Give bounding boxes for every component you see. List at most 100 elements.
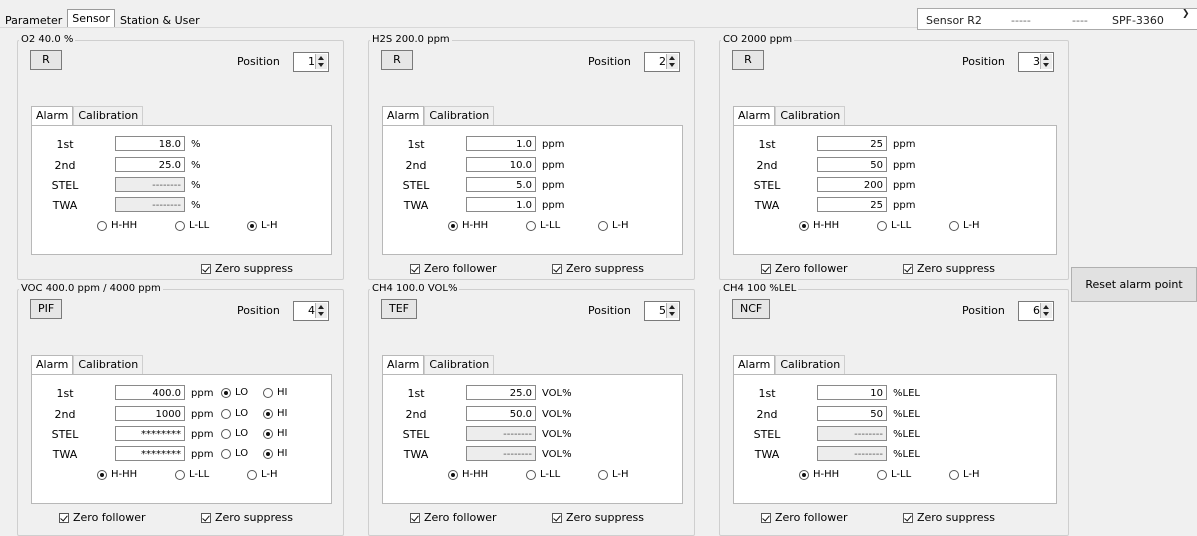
zero-follower-checkbox[interactable]: Zero follower bbox=[761, 262, 848, 275]
tab-alarm[interactable]: Alarm bbox=[733, 355, 776, 374]
radio-circle-icon bbox=[877, 469, 887, 480]
mode-radio-3[interactable]: L-H bbox=[247, 469, 278, 480]
radio-hi[interactable]: HI bbox=[263, 387, 287, 398]
spinner-arrows-icon[interactable] bbox=[666, 54, 678, 69]
tab-calibration[interactable]: Calibration bbox=[73, 106, 144, 125]
radio-lo[interactable]: LO bbox=[221, 448, 248, 459]
position-spinner[interactable]: 6 bbox=[1018, 301, 1054, 321]
alarm-value-field[interactable]: 18.0 bbox=[115, 136, 185, 151]
tab-alarm[interactable]: Alarm bbox=[382, 355, 425, 374]
mode-radio-3[interactable]: L-H bbox=[247, 220, 278, 231]
sensor-type-button[interactable]: NCF bbox=[732, 299, 771, 319]
tab-calibration[interactable]: Calibration bbox=[73, 355, 144, 374]
spinner-arrows-icon[interactable] bbox=[315, 303, 327, 318]
alarm-value-field[interactable]: 400.0 bbox=[115, 385, 185, 400]
alarm-value-field[interactable]: 25 bbox=[817, 136, 887, 151]
tab-calibration[interactable]: Calibration bbox=[424, 355, 495, 374]
sensor-type-button[interactable]: R bbox=[732, 50, 764, 70]
alarm-value-field[interactable]: 50.0 bbox=[466, 406, 536, 421]
unit-label: % bbox=[191, 200, 201, 211]
alarm-value-field[interactable]: 200 bbox=[817, 177, 887, 192]
tab-alarm[interactable]: Alarm bbox=[733, 106, 776, 125]
alarm-value-field[interactable]: 10 bbox=[817, 385, 887, 400]
sensor-type-button[interactable]: PIF bbox=[30, 299, 63, 319]
zero-follower-checkbox[interactable]: Zero follower bbox=[59, 511, 146, 524]
alarm-value-field[interactable]: 50 bbox=[817, 406, 887, 421]
alarm-value-field[interactable]: 1.0 bbox=[466, 197, 536, 212]
unit-label: ppm bbox=[191, 449, 214, 460]
alarm-value-field[interactable]: 5.0 bbox=[466, 177, 536, 192]
mode-radio-1[interactable]: H-HH bbox=[448, 469, 488, 480]
alarm-value-field[interactable]: 25.0 bbox=[115, 157, 185, 172]
alarm-value-field[interactable]: 10.0 bbox=[466, 157, 536, 172]
radio-hi[interactable]: HI bbox=[263, 428, 287, 439]
zero-suppress-checkbox[interactable]: Zero suppress bbox=[201, 511, 293, 524]
spinner-arrows-icon[interactable] bbox=[1040, 54, 1052, 69]
row-label: STEL bbox=[402, 179, 430, 192]
radio-hi[interactable]: HI bbox=[263, 408, 287, 419]
spinner-arrows-icon[interactable] bbox=[315, 54, 327, 69]
position-spinner[interactable]: 2 bbox=[644, 52, 680, 72]
unit-label: VOL% bbox=[542, 409, 572, 420]
position-spinner[interactable]: 4 bbox=[293, 301, 329, 321]
tab-alarm[interactable]: Alarm bbox=[31, 106, 74, 125]
zero-suppress-checkbox[interactable]: Zero suppress bbox=[201, 262, 293, 275]
alarm-value-field[interactable]: 1.0 bbox=[466, 136, 536, 151]
sensor-type-button[interactable]: R bbox=[30, 50, 62, 70]
mode-radio-1[interactable]: H-HH bbox=[799, 469, 839, 480]
alarm-value-field[interactable]: 1000 bbox=[115, 406, 185, 421]
sensor-title: CH4 100.0 VOL% bbox=[370, 283, 460, 294]
sensor-type-button[interactable]: R bbox=[381, 50, 413, 70]
position-spinner[interactable]: 3 bbox=[1018, 52, 1054, 72]
mode-radio-3[interactable]: L-H bbox=[949, 220, 980, 231]
zero-suppress-checkbox[interactable]: Zero suppress bbox=[552, 511, 644, 524]
tab-calibration[interactable]: Calibration bbox=[424, 106, 495, 125]
zero-suppress-label: Zero suppress bbox=[566, 262, 644, 275]
tab-alarm[interactable]: Alarm bbox=[31, 355, 74, 374]
chevron-down-icon[interactable]: ❯ bbox=[1182, 9, 1196, 19]
position-spinner[interactable]: 1 bbox=[293, 52, 329, 72]
row-label: STEL bbox=[753, 428, 781, 441]
sensor-type-button[interactable]: TEF bbox=[381, 299, 417, 319]
zero-suppress-checkbox[interactable]: Zero suppress bbox=[903, 511, 995, 524]
mode-radio-2[interactable]: L-LL bbox=[526, 469, 560, 480]
zero-follower-checkbox[interactable]: Zero follower bbox=[761, 511, 848, 524]
tab-alarm[interactable]: Alarm bbox=[382, 106, 425, 125]
mode-label: L-LL bbox=[189, 469, 210, 480]
mode-radio-1[interactable]: H-HH bbox=[448, 220, 488, 231]
zero-suppress-checkbox[interactable]: Zero suppress bbox=[552, 262, 644, 275]
mode-radio-3[interactable]: L-H bbox=[598, 469, 629, 480]
alarm-value-field[interactable]: ******** bbox=[115, 426, 185, 441]
mode-radio-2[interactable]: L-LL bbox=[526, 220, 560, 231]
zero-follower-checkbox[interactable]: Zero follower bbox=[410, 262, 497, 275]
zero-follower-checkbox[interactable]: Zero follower bbox=[410, 511, 497, 524]
mode-radio-2[interactable]: L-LL bbox=[877, 220, 911, 231]
mode-radio-2[interactable]: L-LL bbox=[877, 469, 911, 480]
reset-alarm-point-button[interactable]: Reset alarm point bbox=[1071, 267, 1197, 302]
alarm-value-field[interactable]: 50 bbox=[817, 157, 887, 172]
alarm-value-field[interactable]: ******** bbox=[115, 446, 185, 461]
mode-label: H-HH bbox=[462, 469, 489, 480]
mode-radio-3[interactable]: L-H bbox=[598, 220, 629, 231]
mode-radio-3[interactable]: L-H bbox=[949, 469, 980, 480]
radio-lo[interactable]: LO bbox=[221, 408, 248, 419]
tab-calibration[interactable]: Calibration bbox=[775, 355, 846, 374]
device-selector[interactable]: Sensor R2 ----- ---- SPF-3360 ❯ bbox=[917, 8, 1197, 30]
alarm-value-field[interactable]: 25.0 bbox=[466, 385, 536, 400]
mode-radio-1[interactable]: H-HH bbox=[97, 220, 137, 231]
mode-radio-1[interactable]: H-HH bbox=[97, 469, 137, 480]
mode-radio-2[interactable]: L-LL bbox=[175, 220, 209, 231]
radio-lo[interactable]: LO bbox=[221, 387, 248, 398]
row-label: STEL bbox=[402, 428, 430, 441]
mode-radio-1[interactable]: H-HH bbox=[799, 220, 839, 231]
tab-calibration[interactable]: Calibration bbox=[775, 106, 846, 125]
spinner-arrows-icon[interactable] bbox=[666, 303, 678, 318]
spinner-arrows-icon[interactable] bbox=[1040, 303, 1052, 318]
zero-suppress-checkbox[interactable]: Zero suppress bbox=[903, 262, 995, 275]
radio-hi[interactable]: HI bbox=[263, 448, 287, 459]
position-spinner[interactable]: 5 bbox=[644, 301, 680, 321]
alarm-value-field[interactable]: 25 bbox=[817, 197, 887, 212]
tab-sensor[interactable]: Sensor bbox=[67, 9, 115, 27]
radio-lo[interactable]: LO bbox=[221, 428, 248, 439]
mode-radio-2[interactable]: L-LL bbox=[175, 469, 209, 480]
